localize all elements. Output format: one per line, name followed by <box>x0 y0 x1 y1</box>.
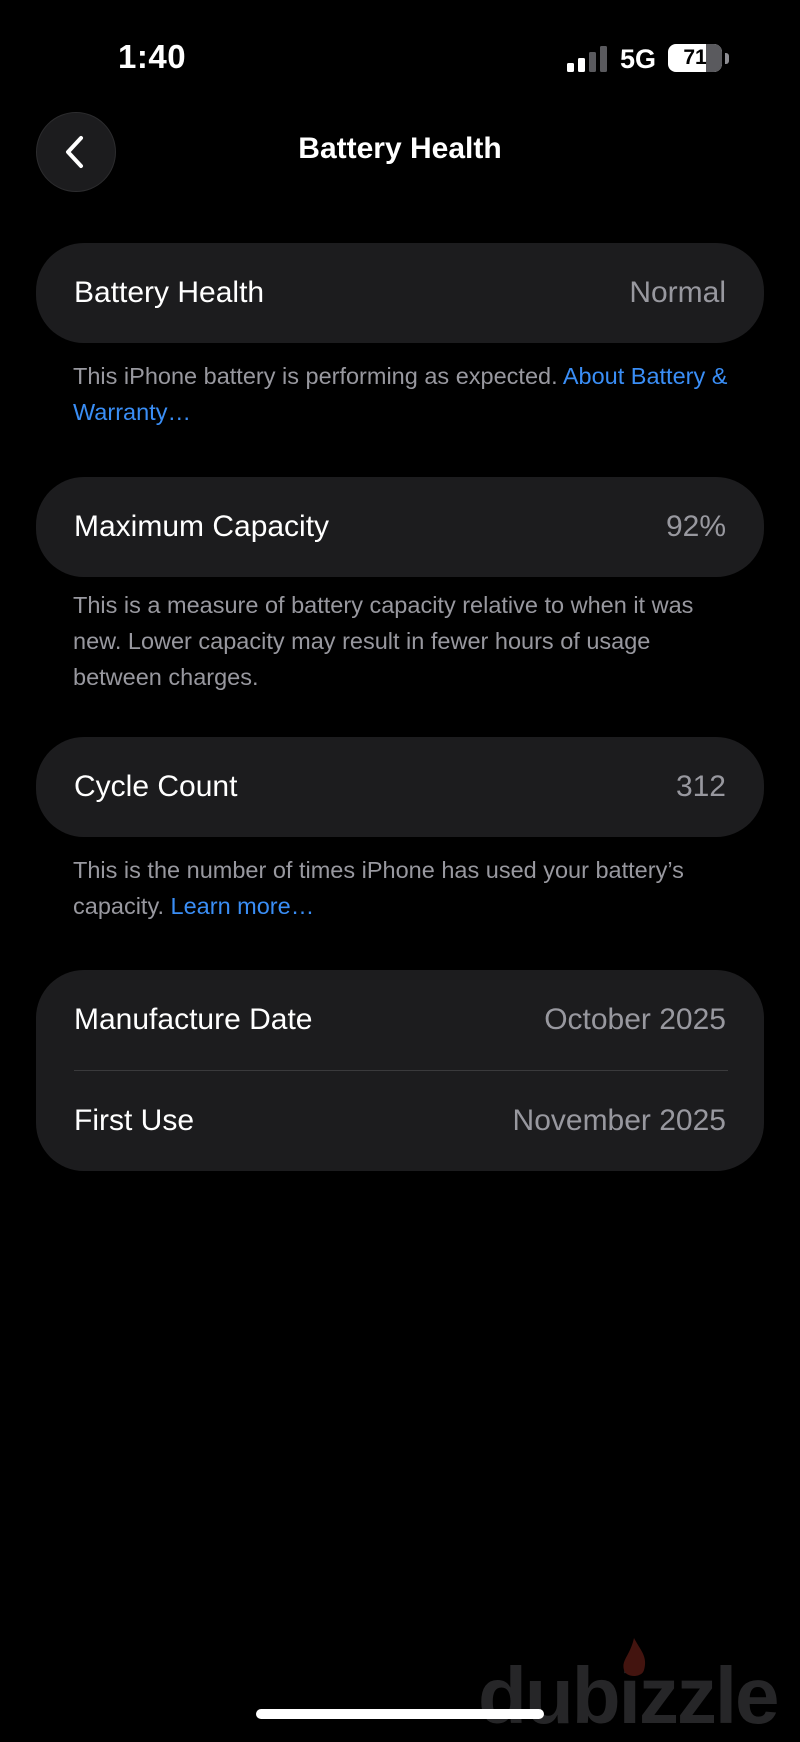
battery-health-value: Normal <box>629 276 726 309</box>
manufacture-date-value: October 2025 <box>544 1003 726 1036</box>
manufacture-date-label: Manufacture Date <box>74 1003 313 1036</box>
status-bar: 1:40 5G 71 <box>0 0 800 120</box>
battery-health-row: Battery Health Normal <box>36 243 764 343</box>
home-indicator[interactable] <box>256 1709 544 1719</box>
first-use-row: First Use November 2025 <box>36 1071 764 1171</box>
battery-health-card: Battery Health Normal <box>36 243 764 343</box>
watermark-logo: dubizzle <box>478 1636 800 1740</box>
battery-health-label: Battery Health <box>74 276 265 309</box>
learn-more-link[interactable]: Learn more… <box>171 893 315 919</box>
network-type: 5G <box>620 44 657 74</box>
page-title: Battery Health <box>298 132 502 165</box>
maximum-capacity-value: 92% <box>665 510 726 543</box>
battery-percentage: 71 <box>683 46 707 69</box>
cycle-count-row: Cycle Count 312 <box>36 737 764 837</box>
first-use-value: November 2025 <box>512 1104 726 1137</box>
maximum-capacity-label: Maximum Capacity <box>74 510 330 543</box>
battery-dates-card: Manufacture Date October 2025 First Use … <box>36 970 764 1171</box>
manufacture-date-row: Manufacture Date October 2025 <box>36 970 764 1070</box>
cycle-count-footnote: This is the number of times iPhone has u… <box>73 852 733 924</box>
status-time: 1:40 <box>118 38 187 75</box>
maximum-capacity-row: Maximum Capacity 92% <box>36 477 764 577</box>
cycle-count-label: Cycle Count <box>74 770 238 803</box>
maximum-capacity-card: Maximum Capacity 92% <box>36 477 764 577</box>
first-use-label: First Use <box>74 1104 194 1137</box>
battery-health-description: This iPhone battery is performing as exp… <box>73 363 563 389</box>
cycle-count-card: Cycle Count 312 <box>36 737 764 837</box>
cellular-signal-icon <box>567 46 607 72</box>
maximum-capacity-footnote: This is a measure of battery capacity re… <box>73 592 694 690</box>
battery-health-footnote: This iPhone battery is performing as exp… <box>73 358 733 430</box>
battery-icon: 71 <box>668 44 730 74</box>
cycle-count-value: 312 <box>675 770 726 803</box>
cycle-count-description: This is the number of times iPhone has u… <box>73 857 684 919</box>
flame-icon <box>623 1638 646 1676</box>
